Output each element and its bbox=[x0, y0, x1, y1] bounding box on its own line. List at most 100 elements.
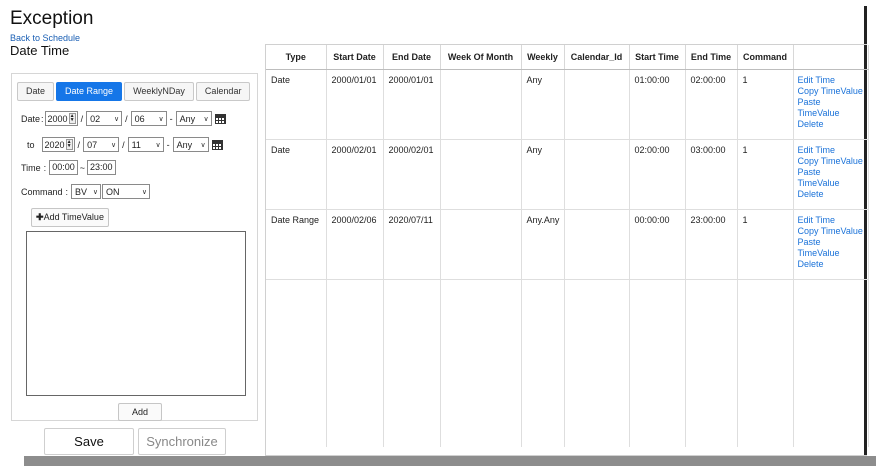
time-start-input[interactable]: 00:00 bbox=[49, 160, 78, 175]
table-row: Date 2000/02/01 2000/02/01 Any 02:00:00 … bbox=[266, 139, 869, 210]
cell-weekly: Any.Any bbox=[521, 209, 565, 280]
paste-timevalue-link[interactable]: Paste TimeValue bbox=[798, 167, 864, 189]
cell-weekly: Any bbox=[521, 139, 565, 210]
column-header: Type bbox=[266, 45, 327, 70]
delete-link[interactable]: Delete bbox=[798, 189, 864, 200]
table-empty-area bbox=[266, 279, 869, 447]
copy-timevalue-link[interactable]: Copy TimeValue bbox=[798, 156, 864, 167]
cell-start-time: 02:00:00 bbox=[629, 139, 686, 210]
copy-timevalue-link[interactable]: Copy TimeValue bbox=[798, 226, 864, 237]
cell-weekly: Any bbox=[521, 69, 565, 140]
cell-end-date: 2000/01/01 bbox=[383, 69, 441, 140]
bottom-scroll-bar bbox=[24, 456, 876, 466]
back-to-schedule-link[interactable]: Back to Schedule bbox=[10, 33, 80, 43]
command-value-select[interactable]: ON ∨ bbox=[102, 184, 151, 199]
edit-time-link[interactable]: Edit Time bbox=[798, 215, 864, 226]
cell-start-date: 2000/01/01 bbox=[326, 69, 384, 140]
date-from-label: Date bbox=[21, 113, 41, 124]
add-button[interactable]: Add bbox=[118, 403, 162, 421]
calendar-icon[interactable] bbox=[214, 113, 226, 124]
tab-date-range[interactable]: Date Range bbox=[56, 82, 123, 101]
date-to-year-input[interactable]: 2020 ▲ ▼ bbox=[41, 137, 75, 152]
cell-type: Date Range bbox=[266, 209, 327, 280]
cell-end-date: 2020/07/11 bbox=[383, 209, 441, 280]
tab-calendar[interactable]: Calendar bbox=[195, 82, 251, 101]
cell-start-time: 00:00:00 bbox=[629, 209, 686, 280]
chevron-down-icon: ∨ bbox=[92, 188, 99, 196]
cell-start-time: 01:00:00 bbox=[629, 69, 686, 140]
time-row: Time : 00:00 ~ 23:00 bbox=[21, 160, 116, 175]
date-to-label: to bbox=[27, 139, 35, 150]
column-header: Weekly bbox=[521, 45, 565, 70]
synchronize-button[interactable]: Synchronize bbox=[138, 428, 226, 455]
cell-end-time: 03:00:00 bbox=[685, 139, 738, 210]
cell-week-of-month bbox=[440, 139, 522, 210]
tab-weeklynday[interactable]: WeeklyNDay bbox=[124, 82, 194, 101]
cell-actions: Edit Time Copy TimeValue Paste TimeValue… bbox=[793, 69, 869, 140]
table-row: Date Range 2000/02/06 2020/07/11 Any.Any… bbox=[266, 209, 869, 280]
tab-date[interactable]: Date bbox=[17, 82, 55, 101]
calendar-icon[interactable] bbox=[211, 139, 223, 150]
column-header: Week Of Month bbox=[440, 45, 522, 70]
page-title: Exception bbox=[10, 8, 94, 29]
cell-end-time: 23:00:00 bbox=[685, 209, 738, 280]
add-time-value-button[interactable]: ✚Add TimeValue bbox=[31, 208, 109, 227]
command-row: Command : BV ∨ ON ∨ bbox=[21, 184, 151, 199]
date-from-day-select[interactable]: 06 ∨ bbox=[130, 111, 167, 126]
cell-type: Date bbox=[266, 69, 327, 140]
date-from-month-select[interactable]: 02 ∨ bbox=[86, 111, 123, 126]
paste-timevalue-link[interactable]: Paste TimeValue bbox=[798, 237, 864, 259]
date-from-row: Date : 2000 ▲ ▼ / 02 ∨ / 06 ∨ - Any ∨ bbox=[21, 111, 226, 126]
edit-time-link[interactable]: Edit Time bbox=[798, 75, 864, 86]
cell-start-date: 2000/02/01 bbox=[326, 139, 384, 210]
cell-end-time: 02:00:00 bbox=[685, 69, 738, 140]
cell-calendar-id bbox=[564, 139, 630, 210]
chevron-down-icon: ∨ bbox=[110, 141, 117, 149]
date-from-year-input[interactable]: 2000 ▲ ▼ bbox=[44, 111, 78, 126]
date-to-day-select[interactable]: 11 ∨ bbox=[127, 137, 164, 152]
column-header: End Date bbox=[383, 45, 441, 70]
spin-arrows-icon[interactable]: ▲ ▼ bbox=[68, 113, 76, 124]
chevron-down-icon: ∨ bbox=[200, 141, 206, 149]
cell-actions: Edit Time Copy TimeValue Paste TimeValue… bbox=[793, 139, 869, 210]
paste-timevalue-link[interactable]: Paste TimeValue bbox=[798, 97, 864, 119]
cell-actions: Edit Time Copy TimeValue Paste TimeValue… bbox=[793, 209, 869, 280]
spin-arrows-icon[interactable]: ▲ ▼ bbox=[65, 139, 73, 150]
chevron-down-icon: ∨ bbox=[113, 115, 120, 123]
cell-type: Date bbox=[266, 139, 327, 210]
cell-command: 1 bbox=[737, 139, 794, 210]
delete-link[interactable]: Delete bbox=[798, 259, 864, 270]
date-to-weekday-select[interactable]: Any ∨ bbox=[172, 137, 209, 152]
date-to-month-select[interactable]: 07 ∨ bbox=[83, 137, 120, 152]
column-header: Command bbox=[737, 45, 794, 70]
column-header: End Time bbox=[685, 45, 738, 70]
cell-start-date: 2000/02/06 bbox=[326, 209, 384, 280]
section-title: Date Time bbox=[10, 43, 70, 58]
command-label: Command bbox=[21, 186, 63, 197]
column-header bbox=[793, 45, 869, 70]
table-header-row: Type Start Date End Date Week Of Month W… bbox=[266, 45, 869, 70]
column-header: Start Date bbox=[326, 45, 384, 70]
save-button[interactable]: Save bbox=[44, 428, 134, 455]
chevron-down-icon: ∨ bbox=[203, 115, 209, 123]
edit-time-link[interactable]: Edit Time bbox=[798, 145, 864, 156]
delete-link[interactable]: Delete bbox=[798, 119, 864, 130]
cell-calendar-id bbox=[564, 69, 630, 140]
exception-table: Type Start Date End Date Week Of Month W… bbox=[265, 44, 869, 456]
date-from-weekday-select[interactable]: Any ∨ bbox=[175, 111, 212, 126]
chevron-down-icon: ∨ bbox=[158, 115, 164, 123]
table-row: Date 2000/01/01 2000/01/01 Any 01:00:00 … bbox=[266, 69, 869, 140]
time-value-list[interactable] bbox=[26, 231, 246, 396]
app-frame: Exception Back to Schedule Date Time Dat… bbox=[7, 6, 869, 456]
time-label: Time bbox=[21, 162, 41, 173]
cell-week-of-month bbox=[440, 209, 522, 280]
command-object-select[interactable]: BV ∨ bbox=[71, 184, 102, 199]
column-header: Calendar_Id bbox=[564, 45, 630, 70]
cell-calendar-id bbox=[564, 209, 630, 280]
plus-icon: ✚ bbox=[36, 212, 44, 222]
cell-week-of-month bbox=[440, 69, 522, 140]
cell-command: 1 bbox=[737, 209, 794, 280]
chevron-down-icon: ∨ bbox=[155, 141, 161, 149]
time-end-input[interactable]: 23:00 bbox=[86, 160, 116, 175]
copy-timevalue-link[interactable]: Copy TimeValue bbox=[798, 86, 864, 97]
